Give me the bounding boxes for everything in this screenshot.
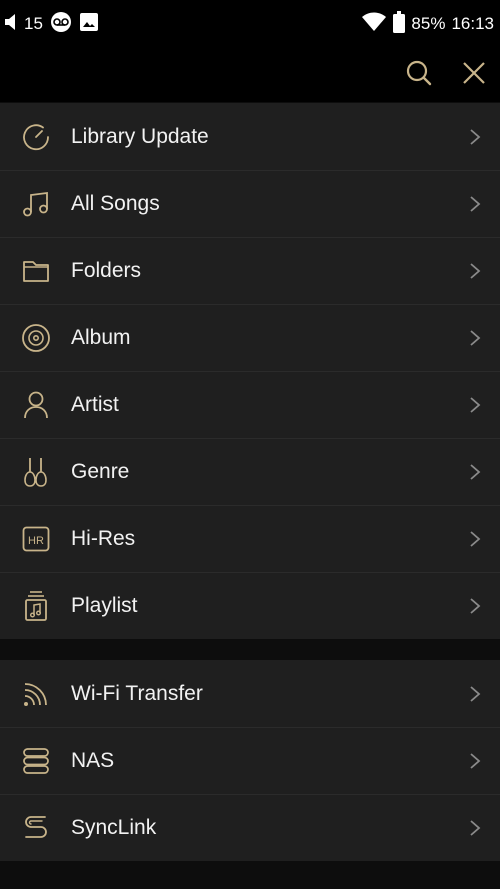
music-note-icon bbox=[18, 186, 54, 222]
notification-count: 15 bbox=[24, 14, 43, 33]
menu-item-synclink[interactable]: SyncLink bbox=[0, 794, 500, 861]
menu-item-artist[interactable]: Artist bbox=[0, 371, 500, 438]
battery-percent: 85% bbox=[411, 14, 446, 33]
clock: 16:13 bbox=[451, 14, 494, 33]
section-gap bbox=[0, 639, 500, 660]
voicemail-icon bbox=[49, 11, 73, 37]
menu-label-playlist: Playlist bbox=[71, 593, 138, 617]
library-section: Library Update All Songs Folders Album A… bbox=[0, 103, 500, 639]
status-bar: 15 85% 16:13 bbox=[0, 0, 500, 48]
person-icon bbox=[18, 387, 54, 423]
menu-label-wifi-transfer: Wi-Fi Transfer bbox=[71, 681, 203, 705]
menu-item-album[interactable]: Album bbox=[0, 304, 500, 371]
menu-label-synclink: SyncLink bbox=[71, 815, 157, 839]
chevron-right-icon bbox=[470, 463, 481, 480]
chevron-right-icon bbox=[470, 396, 481, 413]
menu-item-all-songs[interactable]: All Songs bbox=[0, 170, 500, 237]
chevron-right-icon bbox=[470, 128, 481, 145]
menu-label-hi-res: Hi-Res bbox=[71, 526, 136, 550]
menu-label-artist: Artist bbox=[71, 392, 119, 416]
folder-icon bbox=[18, 253, 54, 289]
menu-label-album: Album bbox=[71, 325, 131, 349]
storage-icon bbox=[18, 743, 54, 779]
menu-item-wifi-transfer[interactable]: Wi-Fi Transfer bbox=[0, 660, 500, 727]
menu-label-all-songs: All Songs bbox=[71, 191, 160, 215]
wifi-icon bbox=[361, 12, 387, 37]
chevron-right-icon bbox=[470, 195, 481, 212]
refresh-gauge-icon bbox=[18, 119, 54, 155]
hr-badge-icon: HR bbox=[18, 521, 54, 557]
menu-item-library-update[interactable]: Library Update bbox=[0, 103, 500, 170]
menu-item-nas[interactable]: NAS bbox=[0, 727, 500, 794]
status-left: 15 bbox=[4, 11, 99, 37]
menu-item-playlist[interactable]: Playlist bbox=[0, 572, 500, 639]
close-icon bbox=[461, 60, 487, 91]
menu-label-genre: Genre bbox=[71, 459, 130, 483]
guitar-icon bbox=[18, 454, 54, 490]
chevron-right-icon bbox=[470, 530, 481, 547]
chevron-right-icon bbox=[470, 752, 481, 769]
chevron-right-icon bbox=[470, 685, 481, 702]
wifi-transfer-icon bbox=[18, 676, 54, 712]
status-right: 85% 16:13 bbox=[361, 10, 494, 38]
disc-icon bbox=[18, 320, 54, 356]
menu-item-folders[interactable]: Folders bbox=[0, 237, 500, 304]
chevron-right-icon bbox=[470, 597, 481, 614]
network-section: Wi-Fi Transfer NAS SyncLink bbox=[0, 660, 500, 861]
search-icon bbox=[405, 59, 433, 92]
playlist-icon bbox=[18, 588, 54, 624]
menu-label-library-update: Library Update bbox=[71, 124, 209, 148]
hr-badge-text: HR bbox=[28, 535, 44, 547]
chevron-right-icon bbox=[470, 262, 481, 279]
volume-icon bbox=[4, 12, 18, 37]
chevron-right-icon bbox=[470, 329, 481, 346]
synclink-icon bbox=[18, 810, 54, 846]
menu-item-hi-res[interactable]: HR Hi-Res bbox=[0, 505, 500, 572]
battery-icon bbox=[393, 10, 406, 38]
bottom-gap bbox=[0, 861, 500, 889]
menu-label-nas: NAS bbox=[71, 748, 115, 772]
menu-label-folders: Folders bbox=[71, 258, 142, 282]
close-button[interactable] bbox=[455, 56, 493, 94]
top-bar bbox=[0, 48, 500, 102]
menu-item-genre[interactable]: Genre bbox=[0, 438, 500, 505]
search-button[interactable] bbox=[400, 56, 438, 94]
chevron-right-icon bbox=[470, 819, 481, 836]
image-icon bbox=[79, 12, 99, 37]
